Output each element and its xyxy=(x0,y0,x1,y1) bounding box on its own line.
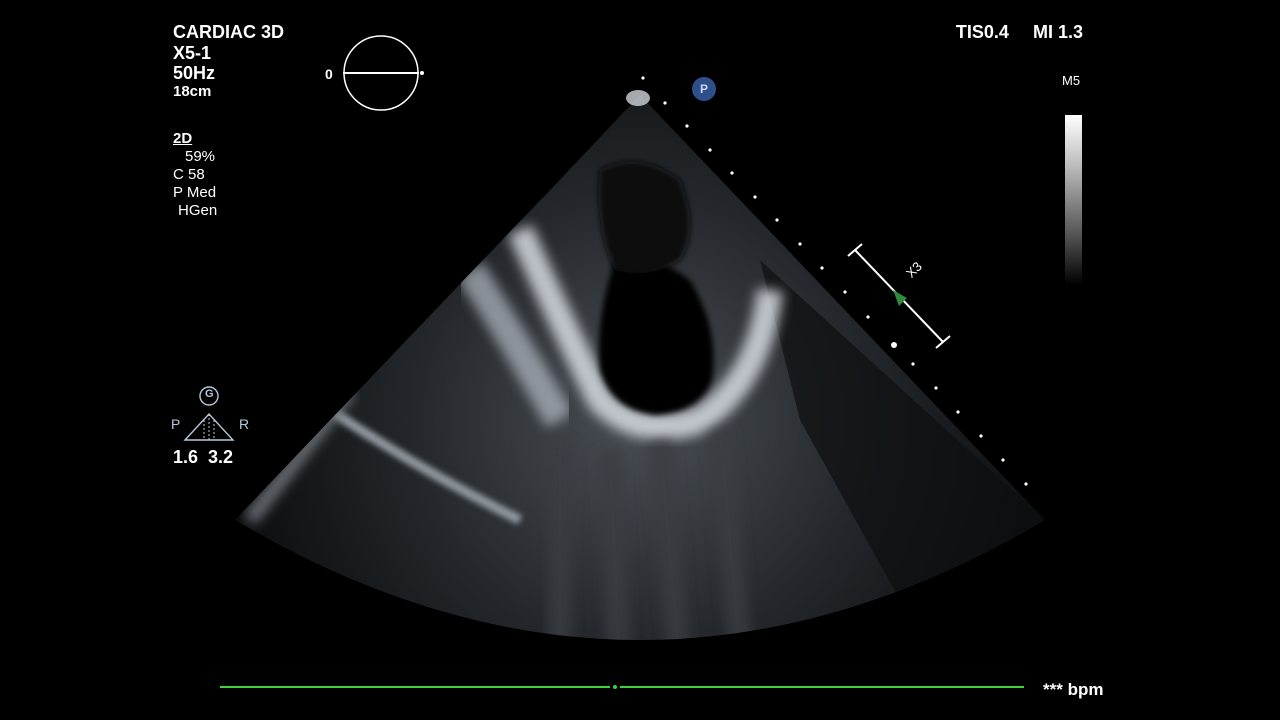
plane-angle-icon xyxy=(343,35,424,111)
mi-value: MI 1.3 xyxy=(1032,22,1083,42)
ultrasound-image xyxy=(235,76,1045,640)
grayscale-bar xyxy=(1065,115,1082,285)
harmonics-value: HGen xyxy=(178,202,218,219)
probe-label: X5-1 xyxy=(173,43,212,63)
depth-label: 18cm xyxy=(173,83,212,100)
angle-label: 0 xyxy=(325,66,333,82)
mode-label: CARDIAC 3D xyxy=(173,22,285,42)
gain-value: 59% xyxy=(185,148,216,165)
orientation-badge: G xyxy=(205,388,214,400)
orientation-left: P xyxy=(171,416,181,432)
mode-2d-label: 2D xyxy=(173,130,193,147)
power-value: P Med xyxy=(173,184,217,201)
heart-rate: *** bpm xyxy=(1043,680,1104,699)
frame-rate: 50Hz xyxy=(173,63,216,83)
xplane-caliper xyxy=(847,243,951,349)
gray-map-label: M5 xyxy=(1062,73,1081,88)
compression-value: C 58 xyxy=(173,166,205,183)
probe-marker-icon: P xyxy=(692,77,716,101)
tis-value: TIS0.4 xyxy=(955,22,1009,42)
ecg-trace xyxy=(220,685,1024,689)
safety-indices: TIS0.4 MI 1.3 xyxy=(956,22,1083,43)
orientation-right: R xyxy=(239,416,250,432)
imaging-params: 2D 59% C 58 P Med HGen xyxy=(173,130,217,220)
orientation-values: 1.6 3.2 xyxy=(173,447,234,467)
scan-header: CARDIAC 3D X5-1 50Hz 18cm xyxy=(173,22,284,101)
